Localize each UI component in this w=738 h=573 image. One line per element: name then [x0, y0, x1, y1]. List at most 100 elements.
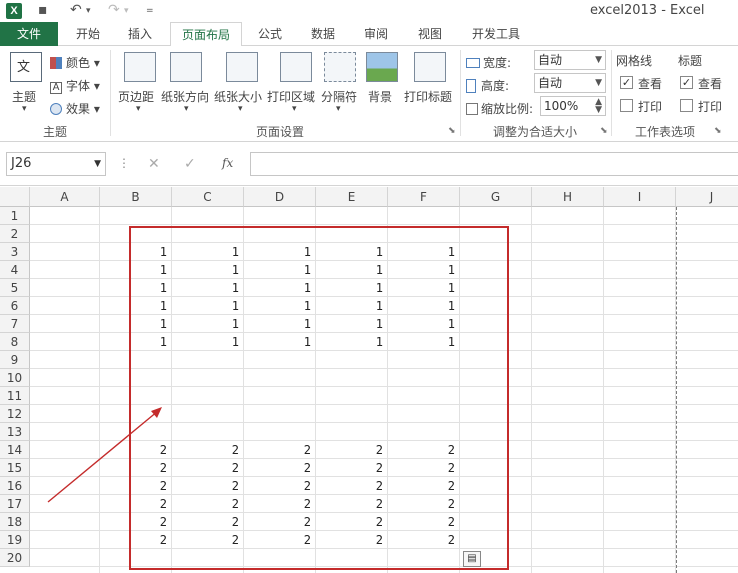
gridlines-heading: 网格线	[616, 54, 653, 68]
row-header[interactable]: 8	[0, 333, 30, 351]
print-area-icon[interactable]	[280, 52, 312, 82]
margins-icon[interactable]	[124, 52, 156, 82]
column-header[interactable]: I	[604, 187, 676, 207]
group-label-page-setup: 页面设置	[255, 125, 304, 139]
width-value: 自动	[538, 53, 563, 67]
row-header[interactable]: 20	[0, 549, 30, 567]
headings-view-checkbox[interactable]: ✓	[680, 76, 693, 89]
undo-icon[interactable]: ↶	[70, 2, 82, 18]
margins-button[interactable]: 页边距	[118, 88, 154, 105]
column-header[interactable]: B	[100, 187, 172, 207]
print-titles-icon[interactable]	[414, 52, 446, 82]
row-header[interactable]: 10	[0, 369, 30, 387]
row-header[interactable]: 19	[0, 531, 30, 549]
effects-button[interactable]: 效果 ▾	[50, 100, 100, 117]
tab-page-layout[interactable]: 页面布局	[170, 22, 242, 47]
redo-dropdown-icon[interactable]: ▾	[124, 6, 129, 16]
group-separator	[460, 50, 461, 136]
tab-home[interactable]: 开始	[68, 22, 108, 46]
scale-launcher-icon[interactable]: ⬊	[600, 126, 608, 136]
column-header[interactable]: G	[460, 187, 532, 207]
row-header[interactable]: 15	[0, 459, 30, 477]
print-titles-button[interactable]: 打印标题	[404, 88, 452, 105]
column-header[interactable]: H	[532, 187, 604, 207]
enter-icon[interactable]: ✓	[184, 156, 196, 172]
gridlines-print-checkbox[interactable]	[620, 99, 633, 112]
paste-options-icon[interactable]: ▤	[463, 551, 481, 567]
size-dropdown-icon[interactable]: ▾	[238, 104, 243, 114]
undo-dropdown-icon[interactable]: ▾	[86, 6, 91, 16]
background-button[interactable]: 背景	[368, 88, 392, 105]
height-label-text: 高度:	[481, 79, 510, 93]
themes-icon[interactable]: 文	[10, 52, 42, 82]
gridlines-view-checkbox[interactable]: ✓	[620, 76, 633, 89]
insert-function-icon[interactable]: fx	[222, 156, 233, 170]
chevron-down-icon[interactable]: ▼	[94, 153, 101, 175]
scale-spinner[interactable]: 100% ▲ ▼	[540, 96, 606, 116]
themes-dropdown-icon[interactable]: ▾	[22, 104, 27, 114]
tab-data[interactable]: 数据	[303, 22, 343, 46]
page-setup-launcher-icon[interactable]: ⬊	[448, 126, 456, 136]
breaks-icon[interactable]	[324, 52, 356, 82]
column-header[interactable]: D	[244, 187, 316, 207]
row-header[interactable]: 7	[0, 315, 30, 333]
worksheet-grid[interactable]: ABCDEFGHIJ 1 2 3 4 5 6 7 8 9 10 11 12 13 14 15 16 17 18 19…	[0, 187, 738, 573]
formula-input[interactable]	[250, 152, 738, 176]
breaks-dropdown-icon[interactable]: ▾	[336, 104, 341, 114]
tab-developer[interactable]: 开发工具	[464, 22, 528, 46]
name-box[interactable]: J26 ▼	[6, 152, 106, 176]
row-header[interactable]: 13	[0, 423, 30, 441]
row-header[interactable]: 14	[0, 441, 30, 459]
size-button[interactable]: 纸张大小	[214, 88, 262, 105]
width-select[interactable]: 自动 ▼	[534, 50, 606, 70]
orientation-dropdown-icon[interactable]: ▾	[184, 104, 189, 114]
sheet-options-launcher-icon[interactable]: ⬊	[714, 126, 722, 136]
headings-print-checkbox[interactable]	[680, 99, 693, 112]
row-header[interactable]: 2	[0, 225, 30, 243]
background-image-icon[interactable]	[366, 52, 398, 82]
customize-quick-access-icon[interactable]: =	[146, 6, 154, 16]
row-header[interactable]: 16	[0, 477, 30, 495]
row-header[interactable]: 4	[0, 261, 30, 279]
row-header[interactable]: 3	[0, 243, 30, 261]
breaks-button[interactable]: 分隔符	[321, 88, 357, 105]
print-area-dropdown-icon[interactable]: ▾	[292, 104, 297, 114]
window-title: excel2013 - Excel	[590, 3, 705, 18]
excel-logo-icon: X	[6, 3, 22, 19]
row-header[interactable]: 9	[0, 351, 30, 369]
redo-icon[interactable]: ↷	[108, 2, 120, 18]
row-header[interactable]: 11	[0, 387, 30, 405]
tab-review[interactable]: 审阅	[356, 22, 396, 46]
tab-insert[interactable]: 插入	[120, 22, 160, 46]
effects-icon	[50, 103, 62, 115]
fonts-button[interactable]: A 字体 ▾	[50, 77, 100, 94]
column-header[interactable]: A	[30, 187, 100, 207]
tab-formulas[interactable]: 公式	[250, 22, 290, 46]
column-header[interactable]: C	[172, 187, 244, 207]
select-all-corner[interactable]	[0, 187, 30, 207]
size-icon[interactable]	[226, 52, 258, 82]
fonts-icon: A	[50, 82, 62, 94]
row-header[interactable]: 5	[0, 279, 30, 297]
save-icon[interactable]: ▪	[38, 2, 48, 18]
gridlines-print-label: 打印	[638, 100, 663, 114]
row-header[interactable]: 18	[0, 513, 30, 531]
column-header[interactable]: J	[676, 187, 738, 207]
margins-dropdown-icon[interactable]: ▾	[136, 104, 141, 114]
row-header[interactable]: 1	[0, 207, 30, 225]
tab-view[interactable]: 视图	[410, 22, 450, 46]
row-header[interactable]: 12	[0, 405, 30, 423]
row-header[interactable]: 6	[0, 297, 30, 315]
row-header[interactable]: 17	[0, 495, 30, 513]
column-header[interactable]: E	[316, 187, 388, 207]
column-header[interactable]: F	[388, 187, 460, 207]
print-area-button[interactable]: 打印区域	[267, 88, 315, 105]
spinner-icon[interactable]: ▲ ▼	[595, 98, 602, 115]
cancel-icon[interactable]: ✕	[148, 156, 160, 172]
orientation-button[interactable]: 纸张方向	[161, 88, 209, 105]
height-select[interactable]: 自动 ▼	[534, 73, 606, 93]
themes-button[interactable]: 主题	[12, 88, 36, 105]
orientation-icon[interactable]	[170, 52, 202, 82]
colors-button[interactable]: 颜色 ▾	[50, 54, 100, 71]
tab-file[interactable]: 文件	[0, 22, 58, 46]
